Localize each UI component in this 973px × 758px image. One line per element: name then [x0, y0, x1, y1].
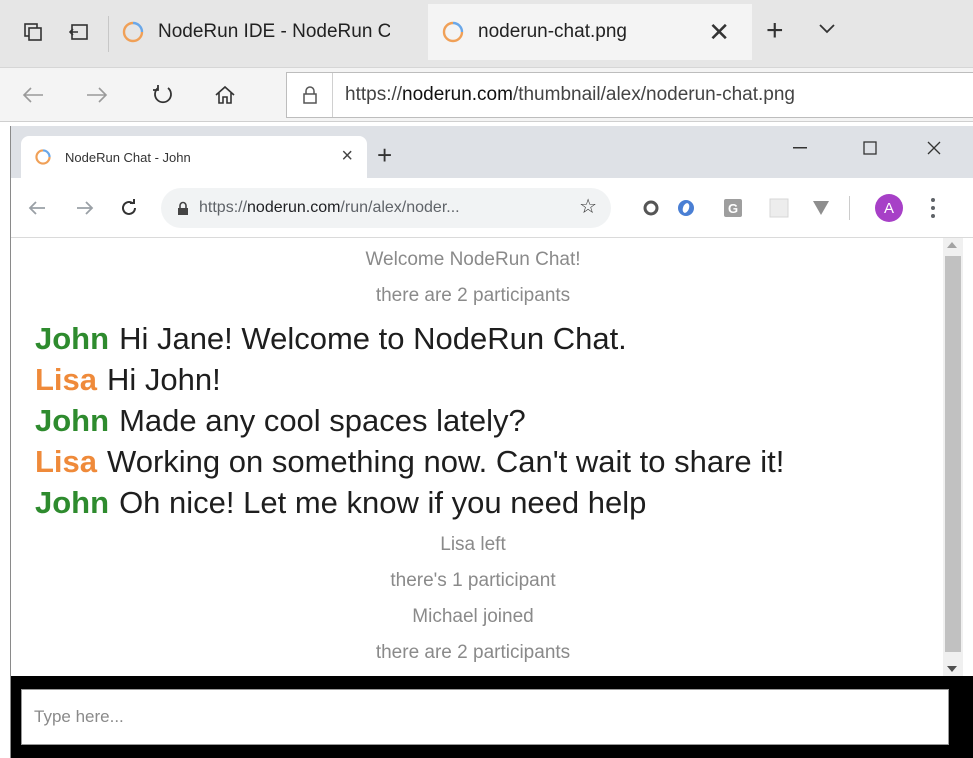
- url-path: /thumbnail/alex/noderun-chat.png: [512, 84, 795, 105]
- url-host: noderun.com: [402, 84, 513, 105]
- chat-message: John Oh nice! Let me know if you need hel…: [11, 482, 943, 523]
- scroll-up-arrow-icon[interactable]: [947, 242, 957, 248]
- noderun-logo-icon: [122, 21, 144, 43]
- extension-circle-icon[interactable]: [641, 198, 661, 218]
- system-message: Welcome NodeRun Chat!: [365, 249, 581, 270]
- extension-v-icon[interactable]: [811, 198, 831, 218]
- forward-icon[interactable]: [78, 76, 116, 114]
- chrome-omnibox[interactable]: https://noderun.com/run/alex/noder... ☆: [161, 188, 611, 228]
- edge-tab-title: noderun-chat.png: [478, 21, 627, 42]
- chat-message: John Hi Jane! Welcome to NodeRun Chat.: [11, 318, 943, 359]
- system-message: there are 2 participants: [375, 285, 571, 306]
- message-author: Lisa: [35, 444, 98, 479]
- system-message: Lisa left: [440, 534, 506, 555]
- system-message: there are 2 participants: [375, 642, 571, 663]
- chat-log: Welcome NodeRun Chat! there are 2 partic…: [11, 238, 943, 676]
- chrome-toolbar: https://noderun.com/run/alex/noder... ☆ …: [11, 178, 973, 238]
- chat-message: Lisa Hi John!: [11, 359, 943, 400]
- chrome-tab-noderun-chat[interactable]: NodeRun Chat - John ×: [21, 136, 367, 178]
- message-text: Made any cool spaces lately?: [119, 403, 526, 438]
- chat-message-input[interactable]: [21, 689, 949, 745]
- scrollbar-thumb[interactable]: [945, 256, 961, 652]
- vertical-scrollbar[interactable]: [943, 238, 963, 676]
- url-scheme: https://: [199, 199, 248, 216]
- new-tab-icon[interactable]: +: [766, 16, 784, 46]
- message-author: John: [35, 485, 110, 520]
- lock-icon: [178, 201, 188, 215]
- profile-avatar[interactable]: A: [875, 194, 903, 222]
- chrome-tab-strip: NodeRun Chat - John × +: [11, 126, 973, 178]
- edge-tab-title: NodeRun IDE - NodeRun Cl: [158, 21, 390, 42]
- close-tab-icon[interactable]: ×: [341, 146, 353, 166]
- url-scheme: https://: [345, 84, 403, 105]
- bookmark-star-icon[interactable]: ☆: [579, 196, 597, 218]
- toolbar-separator: [849, 196, 850, 220]
- message-author: John: [35, 321, 110, 356]
- tab-separator: [108, 16, 109, 52]
- edge-tab-noderun-ide[interactable]: NodeRun IDE - NodeRun Cl: [110, 4, 426, 60]
- chrome-window: NodeRun Chat - John × + https://noderun.…: [10, 126, 973, 758]
- back-icon[interactable]: [14, 76, 52, 114]
- edge-tab-noderun-chat-png[interactable]: noderun-chat.png ✕: [428, 4, 752, 60]
- chrome-tab-title: NodeRun Chat - John: [65, 149, 191, 165]
- reload-icon[interactable]: [115, 194, 143, 222]
- chevron-down-icon[interactable]: [818, 22, 836, 40]
- minimize-icon[interactable]: [777, 132, 823, 164]
- extension-grid-icon[interactable]: [769, 198, 789, 218]
- chat-input-bar: [11, 676, 973, 758]
- edge-url-field[interactable]: https://noderun.com/thumbnail/alex/noder…: [286, 72, 973, 118]
- message-text: Hi John!: [107, 362, 221, 397]
- maximize-icon[interactable]: [847, 132, 893, 164]
- edge-address-bar: https://noderun.com/thumbnail/alex/noder…: [0, 68, 973, 122]
- message-author: Lisa: [35, 362, 98, 397]
- extension-blue-icon[interactable]: [675, 198, 695, 218]
- tabs-aside-icon[interactable]: [64, 14, 94, 50]
- message-text: Oh nice! Let me know if you need help: [119, 485, 647, 520]
- set-aside-tabs-icon[interactable]: [18, 14, 48, 50]
- chat-message: Lisa Working on something now. Can't wait…: [11, 441, 943, 482]
- system-message: there's 1 participant: [390, 570, 556, 591]
- message-author: John: [35, 403, 110, 438]
- edge-tab-bar: NodeRun IDE - NodeRun Cl noderun-chat.pn…: [0, 0, 973, 68]
- refresh-icon[interactable]: [144, 76, 182, 114]
- forward-icon[interactable]: [71, 194, 99, 222]
- url-path: /run/alex/noder...: [340, 199, 460, 216]
- new-tab-icon[interactable]: +: [377, 142, 392, 168]
- chat-message: John Made any cool spaces lately?: [11, 400, 943, 441]
- scroll-down-arrow-icon[interactable]: [947, 666, 957, 672]
- noderun-logo-icon: [442, 21, 464, 43]
- extension-grammarly-icon[interactable]: G: [723, 198, 743, 218]
- back-icon[interactable]: [23, 194, 51, 222]
- close-window-icon[interactable]: [911, 132, 957, 164]
- home-icon[interactable]: [206, 76, 244, 114]
- avatar-letter: A: [883, 199, 894, 217]
- close-tab-icon[interactable]: ✕: [708, 18, 730, 46]
- svg-text:G: G: [728, 201, 738, 216]
- noderun-logo-icon: [35, 149, 51, 165]
- lock-icon: [287, 73, 333, 117]
- message-text: Working on something now. Can't wait to …: [107, 444, 785, 479]
- url-host: noderun.com: [247, 199, 341, 216]
- message-text: Hi Jane! Welcome to NodeRun Chat.: [119, 321, 627, 356]
- more-menu-icon[interactable]: [927, 196, 939, 220]
- system-message: Michael joined: [412, 606, 534, 627]
